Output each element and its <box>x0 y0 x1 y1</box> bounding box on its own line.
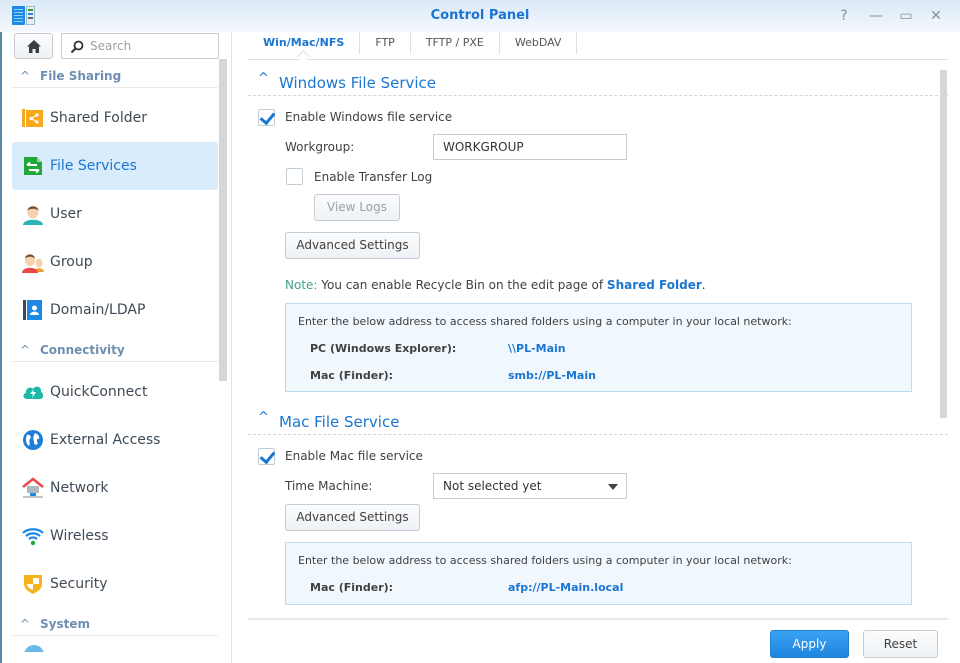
apply-button[interactable]: Apply <box>770 630 849 658</box>
tab-bar: Win/Mac/NFS FTP TFTP / PXE WebDAV <box>248 32 948 60</box>
window-title: Control Panel <box>430 8 530 23</box>
chevron-up-icon: ^ <box>20 617 31 631</box>
enable-windows-file-service-checkbox[interactable] <box>258 109 275 126</box>
content-scrollbar[interactable] <box>940 70 947 418</box>
shield-icon <box>22 573 44 595</box>
search-input[interactable] <box>90 38 210 54</box>
sidebar-item-label: QuickConnect <box>50 384 148 400</box>
chevron-up-icon: ^ <box>20 343 31 357</box>
file-services-icon <box>22 155 44 177</box>
sidebar-item-label: Network <box>50 480 109 496</box>
sidebar-item-label: User <box>50 206 82 222</box>
sidebar-item-wireless[interactable]: Wireless <box>12 512 218 560</box>
help-icon[interactable]: ? <box>834 6 854 26</box>
user-icon <box>22 203 44 225</box>
tab-webdav[interactable]: WebDAV <box>500 32 578 54</box>
home-button[interactable] <box>14 33 53 59</box>
sidebar-item-file-services[interactable]: File Services <box>12 142 218 190</box>
sidebar-nav: ^ File Sharing Shared Folder File Service… <box>12 64 218 652</box>
main-panel: Win/Mac/NFS FTP TFTP / PXE WebDAV ^ Wind… <box>248 32 960 663</box>
sidebar-item-group[interactable]: Group <box>12 238 218 286</box>
sidebar-item-label: File Services <box>50 158 137 174</box>
info-intro: Enter the below address to access shared… <box>298 554 792 567</box>
mac-file-service-header[interactable]: ^ Mac File Service <box>248 407 948 435</box>
mac-address-info: Enter the below address to access shared… <box>285 542 912 605</box>
search-icon <box>70 40 84 54</box>
info-intro: Enter the below address to access shared… <box>298 315 792 328</box>
sidebar: ^File Sharing Shared Folder File Service… <box>0 32 232 663</box>
close-icon[interactable]: ✕ <box>926 6 946 26</box>
chevron-up-icon: ^ <box>258 71 269 86</box>
address-value: \\PL-Main <box>508 342 566 355</box>
address-value: afp://PL-Main.local <box>508 581 624 594</box>
sidebar-item-label: Group <box>50 254 93 270</box>
external-access-icon <box>22 429 44 451</box>
home-icon <box>27 40 41 53</box>
windows-file-service-header[interactable]: ^ Windows File Service <box>248 68 948 96</box>
enable-mac-file-service-label: Enable Mac file service <box>285 449 423 463</box>
sidebar-item-security[interactable]: Security <box>12 560 218 608</box>
footer-bar: Apply Reset <box>248 618 948 663</box>
enable-windows-file-service-label: Enable Windows file service <box>285 110 453 124</box>
workgroup-input[interactable]: WORKGROUP <box>433 134 627 160</box>
sidebar-item-domain-ldap[interactable]: Domain/LDAP <box>12 286 218 334</box>
sidebar-item-quickconnect[interactable]: QuickConnect <box>12 368 218 416</box>
section-title: Windows File Service <box>279 74 437 92</box>
dropdown-arrow-icon <box>608 484 618 490</box>
tab-tftp-pxe[interactable]: TFTP / PXE <box>411 32 500 54</box>
tab-ftp[interactable]: FTP <box>360 32 411 54</box>
address-label: PC (Windows Explorer): <box>310 342 457 355</box>
content-area: ^ Windows File Service Enable Windows fi… <box>248 68 948 616</box>
shared-folder-icon <box>22 107 44 129</box>
quickconnect-icon <box>22 381 44 403</box>
chevron-up-icon: ^ <box>258 410 269 425</box>
sidebar-item-label: External Access <box>50 432 161 448</box>
address-label: Mac (Finder): <box>310 581 394 594</box>
sidebar-item-label: Wireless <box>50 528 109 544</box>
maximize-icon[interactable]: ▭ <box>896 6 916 26</box>
domain-ldap-icon <box>22 299 44 321</box>
partial-item-icon <box>24 645 44 652</box>
tab-win-mac-nfs[interactable]: Win/Mac/NFS <box>248 32 361 54</box>
view-logs-button[interactable]: View Logs <box>314 194 400 221</box>
enable-transfer-log-checkbox[interactable] <box>286 168 303 185</box>
enable-mac-file-service-checkbox[interactable] <box>258 448 275 465</box>
sidebar-item-network[interactable]: Network <box>12 464 218 512</box>
windows-address-info: Enter the below address to access shared… <box>285 303 912 392</box>
workgroup-label: Workgroup: <box>285 140 355 154</box>
section-title: Mac File Service <box>279 413 400 431</box>
reset-button[interactable]: Reset <box>863 630 938 658</box>
minimize-icon[interactable]: — <box>866 6 886 26</box>
sidebar-item-user[interactable]: User <box>12 190 218 238</box>
sidebar-scrollbar[interactable] <box>219 59 227 381</box>
recycle-bin-note: Note: You can enable Recycle Bin on the … <box>285 278 706 292</box>
network-icon <box>22 477 44 499</box>
sidebar-item-shared-folder[interactable]: Shared Folder <box>12 94 218 142</box>
sidebar-item-partial[interactable] <box>12 642 218 652</box>
address-label: Mac (Finder): <box>310 369 394 382</box>
time-machine-select[interactable]: Not selected yet <box>433 473 627 499</box>
shared-folder-link[interactable]: Shared Folder <box>607 278 702 292</box>
sidebar-item-label: Shared Folder <box>50 110 148 126</box>
time-machine-label: Time Machine: <box>285 479 373 493</box>
nav-group-system[interactable]: ^ System <box>12 612 218 636</box>
title-bar: Control Panel ? — ▭ ✕ <box>0 0 960 32</box>
nav-group-file-sharing[interactable]: ^ File Sharing <box>12 64 218 88</box>
group-icon <box>22 251 44 273</box>
chevron-up-icon: ^ <box>20 69 31 83</box>
search-box[interactable] <box>61 33 219 59</box>
wireless-icon <box>22 525 44 547</box>
sidebar-item-label: Security <box>50 576 108 592</box>
sidebar-item-label: Domain/LDAP <box>50 302 146 318</box>
address-value: smb://PL-Main <box>508 369 596 382</box>
enable-transfer-log-label: Enable Transfer Log <box>314 170 433 184</box>
sidebar-item-external-access[interactable]: External Access <box>12 416 218 464</box>
mac-advanced-settings-button[interactable]: Advanced Settings <box>285 504 420 531</box>
nav-group-connectivity[interactable]: ^ Connectivity <box>12 338 218 362</box>
windows-advanced-settings-button[interactable]: Advanced Settings <box>285 232 420 259</box>
